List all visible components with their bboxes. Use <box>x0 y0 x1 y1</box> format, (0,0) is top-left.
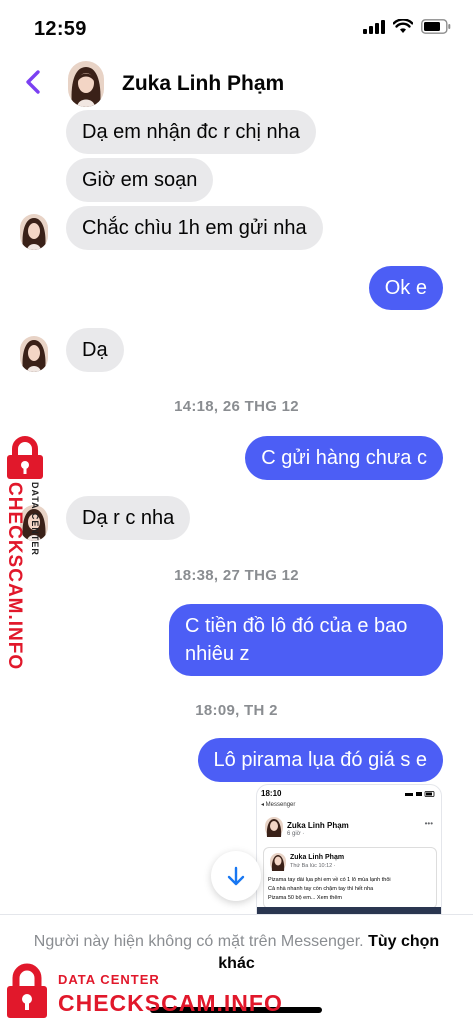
shared-post-line: Cả nhà nhanh tay còn chậm tay thì hết nh… <box>268 886 374 892</box>
battery-icon <box>421 19 451 34</box>
incoming-message[interactable]: Dạ <box>66 328 124 372</box>
back-button[interactable] <box>16 64 52 100</box>
arrow-down-icon <box>227 866 245 886</box>
shared-post-line: Pizama tay dài lụa phi em về có 1 lô mùa… <box>268 877 391 883</box>
watermark-side: CHECKSCAM.INFO DATA CENTER <box>0 430 50 670</box>
offline-notice: Người này hiện không có mặt trên Messeng… <box>33 933 364 950</box>
shared-post-author: Zuka Linh Phạm <box>287 821 349 830</box>
outgoing-message[interactable]: C tiền đồ lô đó của e bao nhiêu z <box>169 604 443 676</box>
back-chevron-icon <box>26 70 40 94</box>
shared-post-card: Zuka Linh Phạm Thứ Ba lúc 10:12 · Pizama… <box>263 847 437 909</box>
shared-image-back: ◂ Messenger <box>261 802 296 808</box>
outgoing-message[interactable]: C gửi hàng chưa c <box>245 436 443 480</box>
contact-avatar[interactable] <box>68 61 104 107</box>
watermark-side-sub: DATA CENTER <box>30 482 40 556</box>
shared-post-line: Pizama 50 bộ em... Xem thêm <box>268 895 342 901</box>
incoming-message[interactable]: Dạ r c nha <box>66 496 191 540</box>
watermark-bottom-sub: DATA CENTER <box>58 972 160 987</box>
incoming-message[interactable]: Giờ em soạn <box>66 158 214 202</box>
contact-avatar-small[interactable] <box>20 214 48 250</box>
conversation-header: Zuka Linh Phạm <box>0 56 473 112</box>
scroll-to-bottom-button[interactable] <box>211 851 261 901</box>
contact-name[interactable]: Zuka Linh Phạm <box>122 72 284 96</box>
shared-post-meta: 6 giờ · <box>287 831 305 837</box>
message-timestamp: 14:18, 26 THG 12 <box>174 398 299 415</box>
message-timestamp: 18:09, TH 2 <box>195 702 278 719</box>
contact-avatar-small[interactable] <box>20 336 48 372</box>
shared-inner-meta: Thứ Ba lúc 10:12 · <box>290 863 336 869</box>
status-time: 12:59 <box>34 18 87 40</box>
lock-icon <box>7 436 43 479</box>
incoming-message[interactable]: Dạ em nhận đc r chị nha <box>66 110 316 154</box>
shared-image-time: 18:10 <box>261 789 282 798</box>
shared-image-message[interactable]: 18:10 ◂ Messenger Zuka Linh Phạm 6 giờ ·… <box>256 784 442 916</box>
status-icons <box>363 19 451 34</box>
watermark-bottom: DATA CENTER CHECKSCAM.INFO <box>0 958 300 1024</box>
outgoing-message[interactable]: Ok e <box>368 266 443 310</box>
lock-icon <box>7 963 47 1018</box>
watermark-bottom-main: CHECKSCAM.INFO <box>58 990 283 1016</box>
watermark-side-main: CHECKSCAM.INFO <box>4 482 25 671</box>
more-icon: ••• <box>424 819 433 828</box>
outgoing-message[interactable]: Lô pirama lụa đó giá s e <box>197 738 443 782</box>
signal-icon <box>363 19 385 34</box>
shared-inner-author: Zuka Linh Phạm <box>290 854 345 861</box>
message-timestamp: 18:38, 27 THG 12 <box>174 567 299 584</box>
wifi-icon <box>393 19 413 33</box>
status-bar: 12:59 <box>0 0 473 56</box>
incoming-message[interactable]: Chắc chìu 1h em gửi nha <box>66 206 323 250</box>
